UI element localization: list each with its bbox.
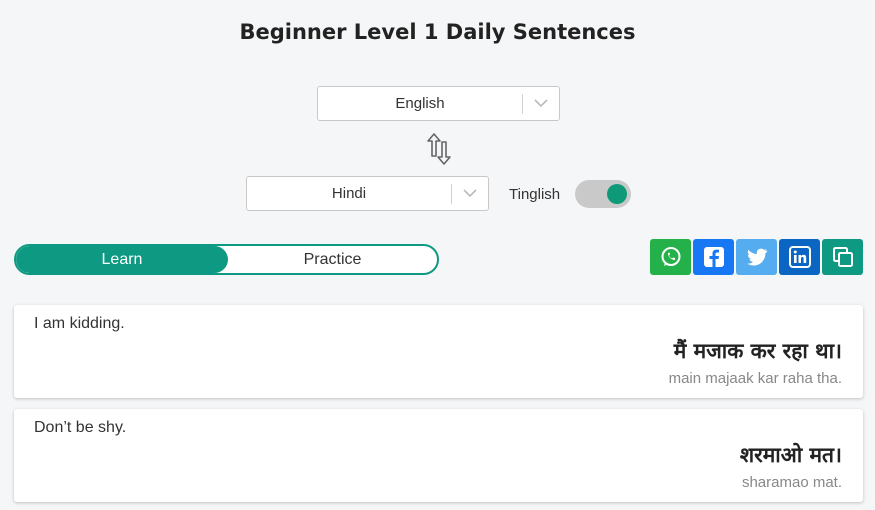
transliteration: sharamao mat. [741,474,842,491]
hindi-sentence: शरमाओ मत। [739,443,842,467]
chevron-down-icon [452,189,488,198]
chevron-down-icon [523,99,559,108]
page-title: Beginner Level 1 Daily Sentences [239,20,636,44]
whatsapp-icon [661,247,680,266]
learn-tab[interactable]: Learn [16,246,228,273]
english-sentence: I am kidding. [34,315,125,332]
source-language-select[interactable]: English [317,86,560,121]
tinglish-label: Tinglish [509,186,561,203]
facebook-share-button[interactable] [693,239,734,275]
whatsapp-share-button[interactable] [650,239,691,275]
practice-tab[interactable]: Practice [228,246,437,273]
source-language-value: English [395,95,445,112]
mode-switch: Learn Practice [14,244,439,275]
swap-languages-button[interactable] [424,132,454,166]
target-language-value: Hindi [331,185,367,202]
sentence-card: Don’t be shy. शरमाओ मत। sharamao mat. [14,409,863,502]
linkedin-icon [788,246,811,268]
hindi-sentence: मैं मजाक कर रहा था। [673,339,842,363]
twitter-share-button[interactable] [736,239,777,275]
facebook-icon [703,247,724,267]
toggle-knob [607,184,627,204]
twitter-icon [746,248,767,266]
english-sentence: Don’t be shy. [34,419,127,436]
sentence-card: I am kidding. मैं मजाक कर रहा था। main m… [14,305,863,398]
copy-icon [832,247,853,267]
transliteration: main majaak kar raha tha. [668,370,842,387]
linkedin-share-button[interactable] [779,239,820,275]
copy-button[interactable] [822,239,863,275]
target-language-select[interactable]: Hindi [246,176,489,211]
tinglish-toggle[interactable] [575,180,631,208]
swap-arrows-icon [427,133,451,165]
